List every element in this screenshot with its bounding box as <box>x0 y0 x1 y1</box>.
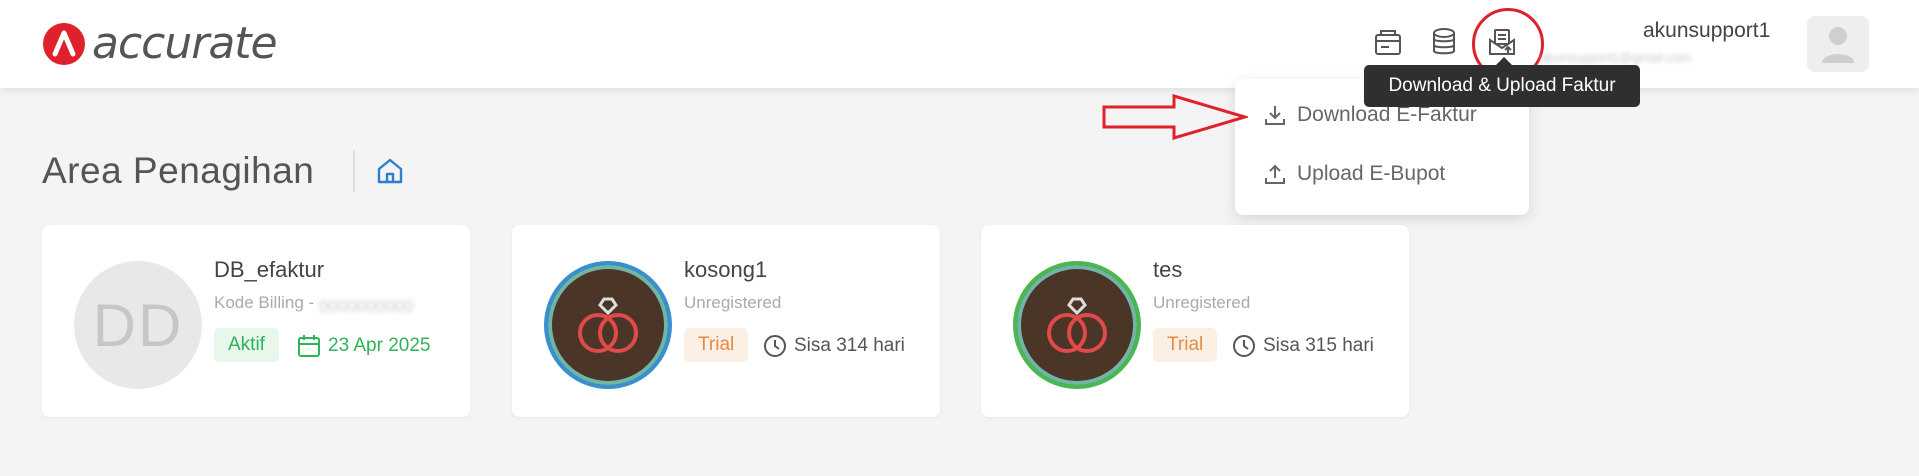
card-name: tes <box>1153 257 1183 282</box>
billing-card-icon[interactable] <box>1370 24 1406 60</box>
upload-e-bupot-label: Upload E-Bupot <box>1297 162 1446 185</box>
status-badge: Trial <box>1153 328 1218 362</box>
user-icon <box>1822 27 1854 63</box>
card-subtitle: Unregistered <box>684 293 782 312</box>
card-meta: Sisa 314 hari <box>762 331 905 361</box>
card-subtitle: Unregistered <box>1153 293 1251 312</box>
database-icon[interactable] <box>1426 24 1462 60</box>
card-subtitle-prefix: Kode Billing - <box>214 293 319 312</box>
database-card-db-efaktur[interactable]: DD DB_efaktur Kode Billing - 0000000000 … <box>42 225 470 417</box>
calendar-icon <box>298 335 320 357</box>
rings-icon <box>578 297 638 353</box>
user-email: akunsupport1@gmail.com <box>1540 50 1692 65</box>
user-avatar[interactable] <box>1807 16 1869 72</box>
card-meta: 23 Apr 2025 <box>296 331 430 361</box>
status-badge: Aktif <box>214 328 279 362</box>
remaining-days: Sisa 315 hari <box>1263 335 1374 356</box>
upload-icon <box>1265 164 1285 184</box>
expiry-date: 23 Apr 2025 <box>328 335 431 356</box>
card-avatar: DD <box>74 261 202 389</box>
card-name: DB_efaktur <box>214 257 325 282</box>
faktur-tooltip: Download & Upload Faktur <box>1364 57 1640 107</box>
rings-icon <box>1047 297 1107 353</box>
card-meta: Sisa 315 hari <box>1231 331 1374 361</box>
red-arrow-annotation <box>1102 93 1248 141</box>
card-name: kosong1 <box>684 257 768 282</box>
remaining-days: Sisa 314 hari <box>794 335 905 356</box>
download-icon <box>1265 106 1285 125</box>
card-avatar <box>544 261 672 389</box>
clock-icon <box>1233 335 1255 357</box>
accurate-logo-icon <box>43 23 85 65</box>
card-avatar <box>1013 261 1141 389</box>
page-title: Area Penagihan <box>42 150 315 191</box>
database-card-kosong1[interactable]: kosong1 Unregistered Trial Sisa 314 hari <box>512 225 940 417</box>
card-subtitle: Kode Billing - 0000000000 <box>214 293 429 316</box>
database-card-tes[interactable]: tes Unregistered Trial Sisa 315 hari <box>981 225 1409 417</box>
clock-icon <box>764 335 786 357</box>
username[interactable]: akunsupport1 <box>1643 19 1770 43</box>
brand-name: accurate <box>92 18 278 69</box>
status-badge: Trial <box>684 328 749 362</box>
title-divider <box>353 150 355 192</box>
upload-e-bupot-item[interactable]: Upload E-Bupot <box>1263 159 1445 189</box>
brand-logo[interactable]: accurate <box>42 18 278 69</box>
home-icon[interactable] <box>375 156 405 186</box>
billing-code-hidden: 0000000000 <box>318 296 414 316</box>
